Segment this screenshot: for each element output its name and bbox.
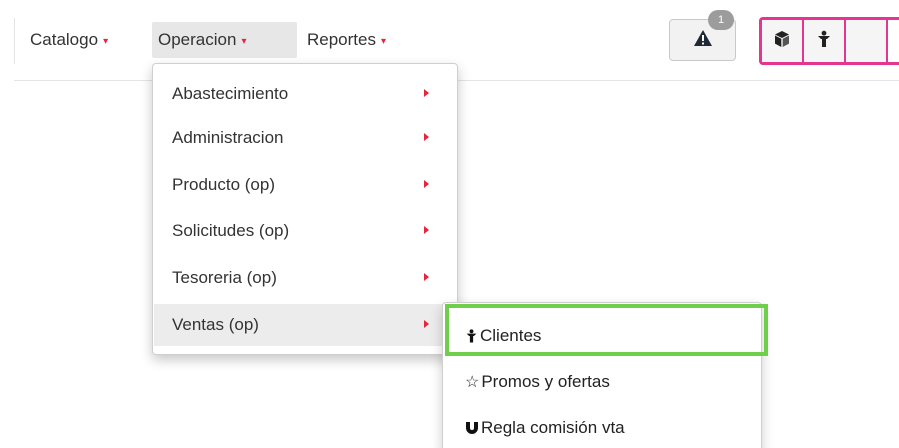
products-button[interactable] bbox=[762, 20, 804, 62]
menu-item-ventas[interactable]: Ventas (op) bbox=[154, 304, 456, 346]
warning-icon bbox=[693, 29, 713, 52]
menu-item-producto[interactable]: Producto (op) bbox=[154, 164, 456, 206]
caret-down-icon: ▾ bbox=[380, 35, 387, 47]
menu-item-label: Administracion bbox=[172, 128, 284, 147]
menu-operacion-label: Operacion bbox=[158, 30, 237, 49]
menu-reportes[interactable]: Reportes ▾ bbox=[307, 22, 386, 58]
submenu-item-regla-comision[interactable]: Regla comisión vta bbox=[465, 413, 625, 443]
magnet-icon bbox=[465, 421, 479, 435]
clients-button[interactable] bbox=[804, 20, 846, 62]
box-icon bbox=[773, 30, 791, 53]
caret-right-icon bbox=[424, 273, 429, 281]
menu-operacion[interactable]: Operacion ▾ bbox=[152, 22, 297, 58]
menu-reportes-label: Reportes bbox=[307, 30, 376, 49]
submenu-item-label: Promos y ofertas bbox=[481, 372, 610, 391]
menu-item-administracion[interactable]: Administracion bbox=[154, 117, 456, 159]
alert-count-badge: 1 bbox=[708, 10, 734, 30]
caret-down-icon: ▾ bbox=[241, 35, 247, 47]
caret-right-icon bbox=[424, 89, 429, 97]
person-icon bbox=[465, 328, 478, 344]
more-button[interactable] bbox=[846, 20, 888, 62]
menu-item-label: Producto (op) bbox=[172, 175, 275, 194]
submenu-item-promos[interactable]: ☆ Promos y ofertas bbox=[465, 367, 610, 397]
submenu-item-label: Clientes bbox=[480, 326, 542, 345]
caret-right-icon bbox=[424, 226, 429, 234]
quick-actions-group bbox=[759, 17, 899, 65]
caret-right-icon bbox=[424, 133, 429, 141]
submenu-item-label: Regla comisión vta bbox=[481, 418, 625, 437]
caret-right-icon bbox=[424, 180, 429, 188]
menu-item-solicitudes[interactable]: Solicitudes (op) bbox=[154, 210, 456, 252]
menu-item-abastecimiento[interactable]: Abastecimiento bbox=[154, 73, 456, 115]
operacion-dropdown-menu: Abastecimiento Administracion Producto (… bbox=[152, 63, 458, 355]
menu-item-tesoreria[interactable]: Tesoreria (op) bbox=[154, 257, 456, 299]
menu-item-label: Ventas (op) bbox=[172, 315, 259, 334]
person-icon bbox=[816, 30, 832, 53]
menu-catalogo[interactable]: Catalogo ▾ bbox=[30, 22, 108, 58]
caret-down-icon: ▾ bbox=[103, 35, 109, 47]
menu-item-label: Solicitudes (op) bbox=[172, 221, 290, 240]
menu-item-label: Tesoreria (op) bbox=[172, 268, 277, 287]
navbar-divider bbox=[14, 18, 15, 64]
star-outline-icon: ☆ bbox=[465, 374, 480, 391]
menu-catalogo-label: Catalogo bbox=[30, 30, 99, 49]
caret-right-icon bbox=[424, 320, 429, 328]
menu-item-label: Abastecimiento bbox=[172, 84, 289, 103]
submenu-item-clientes[interactable]: Clientes bbox=[465, 321, 541, 351]
